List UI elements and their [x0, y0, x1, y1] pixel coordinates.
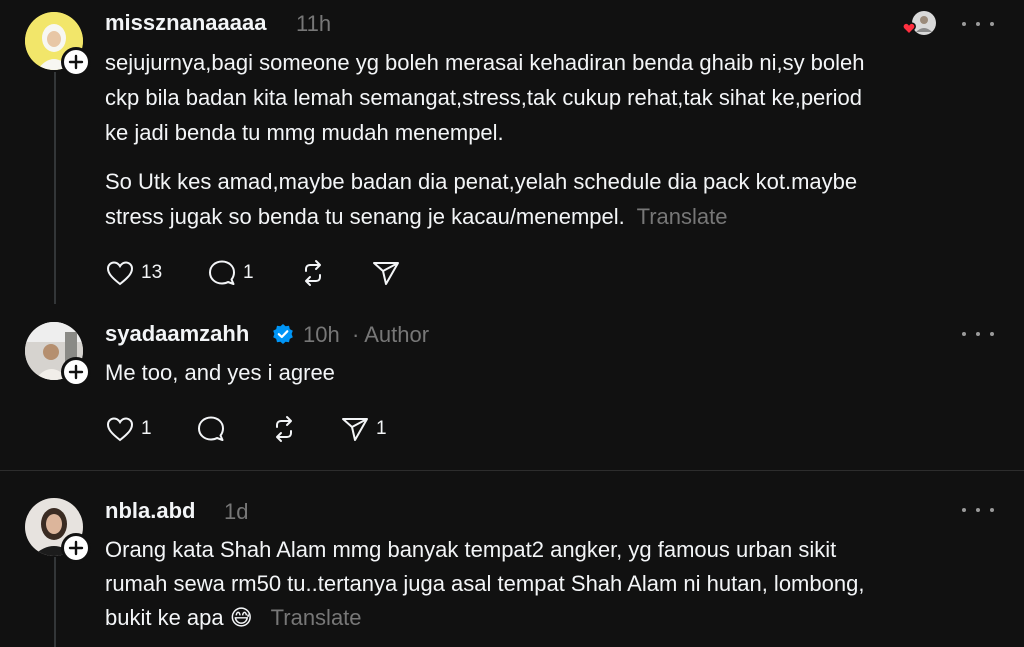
- send-icon: [373, 262, 399, 285]
- username[interactable]: missznanaaaaa: [105, 10, 266, 36]
- share-button[interactable]: [371, 259, 401, 287]
- heart-icon: [106, 417, 134, 442]
- post-text-line: ke jadi benda tu mmg mudah menempel.: [105, 120, 504, 145]
- username[interactable]: nbla.abd: [105, 498, 195, 524]
- follow-plus-icon[interactable]: [61, 533, 91, 563]
- repost-button[interactable]: [298, 259, 328, 287]
- post-text-segment: stress jugak so benda tu senang je kacau…: [105, 204, 625, 229]
- post-text-line: ckp bila badan kita lemah semangat,stres…: [105, 85, 862, 110]
- like-count: 13: [141, 262, 163, 283]
- thread-post-1: missznanaaaaa 11h sejujurnya,bagi someon…: [0, 0, 1024, 310]
- author-label: · Author: [352, 322, 430, 347]
- timestamp[interactable]: 1d: [224, 499, 248, 525]
- post-text-line: So Utk kes amad,maybe badan dia penat,ye…: [105, 169, 858, 194]
- comment-icon: [209, 260, 235, 285]
- username[interactable]: syadaamzahh: [105, 321, 249, 347]
- repost-button[interactable]: [269, 415, 299, 443]
- reply-button[interactable]: [196, 415, 226, 443]
- like-count: 1: [141, 418, 152, 439]
- post-text-line: sejujurnya,bagi someone yg boleh merasai…: [105, 50, 865, 75]
- comment-icon: [198, 416, 224, 441]
- thread-line: [54, 557, 56, 647]
- verified-badge-icon: [272, 323, 294, 350]
- liked-by-avatar: [902, 10, 938, 40]
- more-options-icon[interactable]: [962, 324, 994, 344]
- heart-icon: [106, 261, 134, 286]
- post-text-line: stress jugak so benda tu senang je kacau…: [105, 199, 727, 234]
- translate-link[interactable]: Translate: [637, 204, 728, 229]
- follow-plus-icon[interactable]: [61, 357, 91, 387]
- like-button[interactable]: 1: [105, 415, 152, 443]
- post-text-line: bukit ke apa 😅 Translate: [105, 600, 362, 635]
- post-text-line: Me too, and yes i agree: [105, 360, 335, 385]
- thread-post-3: nbla.abd 1d Orang kata Shah Alam mmg ban…: [0, 471, 1024, 647]
- post-text-segment: bukit ke apa 😅: [105, 605, 253, 630]
- thread-line: [54, 72, 56, 304]
- timestamp[interactable]: 10h: [303, 322, 340, 348]
- repost-icon: [305, 260, 321, 286]
- post-text-line: Orang kata Shah Alam mmg banyak tempat2 …: [105, 537, 837, 562]
- timestamp[interactable]: 11h: [296, 11, 331, 37]
- more-options-icon[interactable]: [962, 500, 994, 520]
- share-button[interactable]: 1: [340, 415, 387, 443]
- thread-post-2: syadaamzahh 10h · Author Me too, and yes…: [0, 310, 1024, 470]
- reply-count: 1: [243, 262, 254, 283]
- follow-plus-icon[interactable]: [61, 47, 91, 77]
- like-button[interactable]: 13: [105, 259, 162, 287]
- share-count: 1: [376, 418, 387, 439]
- repost-icon: [276, 416, 292, 442]
- more-options-icon[interactable]: [962, 14, 994, 34]
- send-icon: [342, 418, 368, 441]
- translate-link[interactable]: Translate: [271, 605, 362, 630]
- post-text-line: rumah sewa rm50 tu..tertanya juga asal t…: [105, 571, 865, 596]
- reply-button[interactable]: 1: [207, 259, 254, 287]
